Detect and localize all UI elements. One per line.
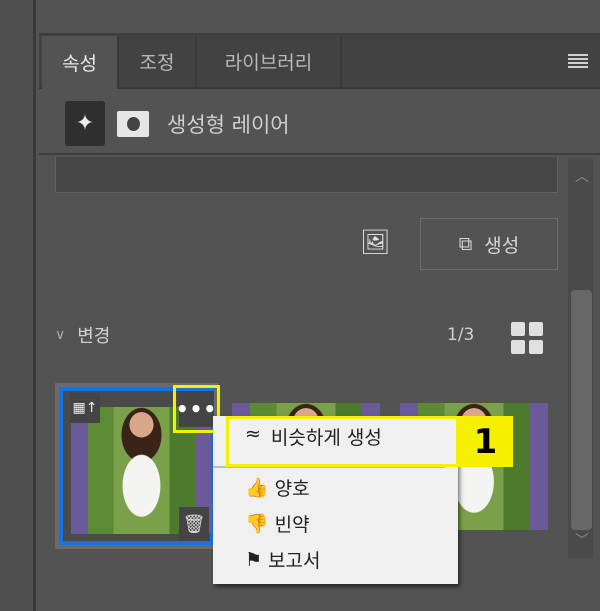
chevron-down-icon: ∨: [55, 327, 66, 343]
tab-properties[interactable]: 속성: [42, 36, 119, 89]
ellipsis-icon: •••: [176, 391, 216, 427]
thumbs-down-icon: 👎: [245, 513, 269, 535]
reference-image-icon[interactable]: 🖼: [360, 228, 394, 260]
menu-item-report[interactable]: ⚑ 보고서: [245, 546, 321, 573]
menu-item-poor[interactable]: 👎 빈약: [245, 510, 310, 537]
menu-item-generate-similar[interactable]: ≈ 비슷하게 생성: [245, 423, 382, 450]
variations-header[interactable]: ∨ 변경: [55, 322, 110, 348]
layer-type-row: ✦ 생성형 레이어: [39, 89, 600, 155]
panel-menu-icon[interactable]: [568, 54, 588, 70]
grid-view-icon[interactable]: [511, 322, 543, 354]
menu-item-good[interactable]: 👍 양호: [245, 474, 310, 501]
menu-label: 양호: [274, 478, 310, 500]
menu-label: 빈약: [274, 514, 310, 536]
thumbs-up-icon: 👍: [245, 477, 269, 499]
panel-tab-bar: 속성 조정 라이브러리: [39, 36, 600, 89]
step-badge: 1: [458, 416, 513, 467]
generate-button[interactable]: ⧉ 생성: [420, 218, 558, 270]
left-panel-edge: [0, 0, 36, 611]
scroll-up-icon[interactable]: ︿: [575, 166, 589, 186]
generate-icon: ⧉: [458, 233, 473, 255]
tab-libraries[interactable]: 라이브러리: [197, 36, 342, 87]
menu-label: 비슷하게 생성: [270, 427, 382, 449]
mask-icon[interactable]: [117, 111, 149, 137]
scroll-down-icon[interactable]: ﹀: [575, 530, 589, 550]
layer-type-label: 생성형 레이어: [167, 113, 290, 137]
tab-adjustments[interactable]: 조정: [119, 36, 197, 87]
upscale-icon[interactable]: ▦↑: [70, 393, 100, 423]
variation-count: 1/3: [447, 325, 475, 345]
approx-icon: ≈: [245, 423, 261, 445]
flag-icon: ⚑: [245, 548, 263, 571]
scrollbar-thumb[interactable]: [571, 290, 592, 530]
generative-sparkle-icon[interactable]: ✦: [65, 101, 105, 146]
variations-title: 변경: [77, 326, 111, 347]
prompt-input[interactable]: [55, 157, 558, 193]
trash-icon[interactable]: 🗑: [179, 507, 209, 541]
menu-label: 보고서: [268, 550, 321, 572]
generate-label: 생성: [484, 234, 520, 257]
